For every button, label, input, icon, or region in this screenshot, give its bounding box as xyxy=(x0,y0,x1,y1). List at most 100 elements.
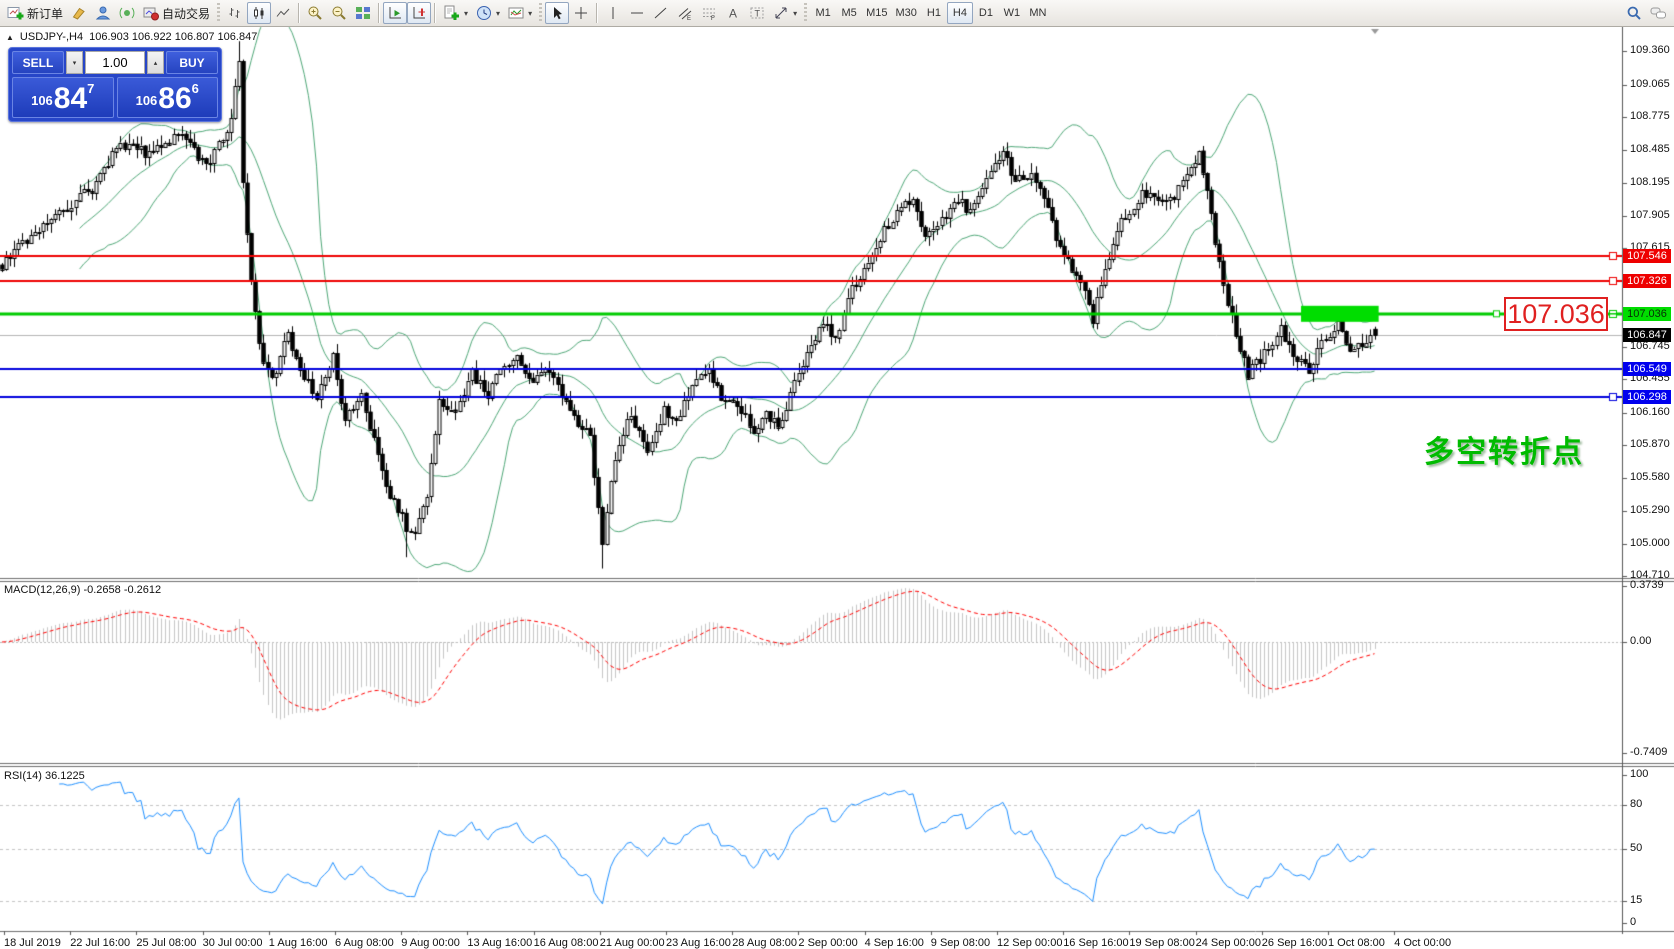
text-label-button[interactable]: T xyxy=(745,2,769,24)
community-button[interactable] xyxy=(91,2,115,24)
timeframe-group: M1M5M15M30H1H4D1W1MN xyxy=(810,2,1051,24)
time-axis-label: 12 Sep 00:00 xyxy=(997,937,1062,949)
auto-scroll-button[interactable] xyxy=(383,2,407,24)
user-icon xyxy=(95,5,111,21)
indicators-button[interactable]: ▾ xyxy=(439,2,472,24)
cursor-icon xyxy=(549,5,565,21)
chat-button[interactable] xyxy=(1646,2,1671,24)
price-tick-label: 105.580 xyxy=(1630,471,1670,483)
volume-up-button[interactable]: ▴ xyxy=(147,51,164,74)
horizontal-line-button[interactable] xyxy=(625,2,649,24)
zoom-in-button[interactable] xyxy=(303,2,327,24)
mt4-window: 新订单 自动交易 ▾ ▾ ▾ E F A T xyxy=(0,0,1674,949)
toolbar-separator xyxy=(434,3,436,23)
styler-button[interactable] xyxy=(67,2,91,24)
rsi-tick-label: 100 xyxy=(1630,768,1648,780)
toolbar-separator xyxy=(378,3,380,23)
vertical-line-icon xyxy=(605,5,621,21)
periods-button[interactable]: ▾ xyxy=(472,2,504,24)
text-a-icon: A xyxy=(725,5,741,21)
bar-chart-icon xyxy=(227,5,243,21)
macd-tick-label: 0.00 xyxy=(1630,635,1651,647)
toolbar-grip xyxy=(539,3,542,23)
rsi-tick-label: 50 xyxy=(1630,842,1642,854)
time-axis-label: 1 Oct 08:00 xyxy=(1328,937,1385,949)
turning-point-annotation[interactable]: 多空转折点 xyxy=(1424,427,1584,471)
equidistant-channel-button[interactable]: E xyxy=(673,2,697,24)
indicators-icon xyxy=(443,5,460,21)
new-order-button[interactable]: 新订单 xyxy=(3,2,67,24)
price-tag: 107.326 xyxy=(1623,274,1671,288)
line-chart-button[interactable] xyxy=(271,2,295,24)
time-axis-label: 9 Sep 08:00 xyxy=(931,937,990,949)
timeframe-h1-button[interactable]: H1 xyxy=(921,2,947,24)
toolbar-grip xyxy=(804,3,807,23)
zoom-out-button[interactable] xyxy=(327,2,351,24)
vertical-line-button[interactable] xyxy=(601,2,625,24)
arrows-button[interactable]: ▾ xyxy=(769,2,801,24)
fibonacci-button[interactable]: F xyxy=(697,2,721,24)
candlestick-chart-button[interactable] xyxy=(247,2,271,24)
tile-windows-button[interactable] xyxy=(351,2,375,24)
news-button[interactable] xyxy=(115,2,139,24)
bid-pip-digit: 7 xyxy=(87,81,94,96)
rsi-tick-label: 80 xyxy=(1630,798,1642,810)
timeframe-m15-button[interactable]: M15 xyxy=(862,2,891,24)
time-axis-label: 21 Aug 00:00 xyxy=(600,937,665,949)
timeframe-w1-button[interactable]: W1 xyxy=(999,2,1025,24)
time-axis-label: 16 Aug 08:00 xyxy=(534,937,599,949)
timeframe-m5-button[interactable]: M5 xyxy=(836,2,862,24)
crosshair-button[interactable] xyxy=(569,2,593,24)
autotrading-button[interactable]: 自动交易 xyxy=(139,2,214,24)
trendline-icon xyxy=(653,5,669,21)
template-icon xyxy=(508,5,524,21)
timeframe-mn-button[interactable]: MN xyxy=(1025,2,1051,24)
bid-prefix: 106 xyxy=(31,88,53,114)
svg-text:A: A xyxy=(729,7,737,21)
price-tag: 106.847 xyxy=(1623,328,1671,342)
volume-input[interactable] xyxy=(85,51,145,74)
time-axis-label: 18 Jul 2019 xyxy=(4,937,61,949)
cursor-button[interactable] xyxy=(545,2,569,24)
timeframe-d1-button[interactable]: D1 xyxy=(973,2,999,24)
brush-icon xyxy=(71,5,87,21)
price-tick-label: 108.775 xyxy=(1630,110,1670,122)
new-order-label: 新订单 xyxy=(27,5,63,22)
dropdown-caret: ▾ xyxy=(496,9,500,18)
toolbar: 新订单 自动交易 ▾ ▾ ▾ E F A T xyxy=(0,0,1674,27)
svg-text:F: F xyxy=(711,16,715,21)
timeframe-m30-button[interactable]: M30 xyxy=(892,2,921,24)
sell-button[interactable]: SELL xyxy=(12,51,64,74)
text-button[interactable]: A xyxy=(721,2,745,24)
auto-scroll-icon xyxy=(387,5,403,21)
volume-down-button[interactable]: ▾ xyxy=(66,51,83,74)
symbol-period-label: USDJPY-,H4 xyxy=(20,31,83,43)
time-axis-label: 1 Aug 16:00 xyxy=(269,937,328,949)
candlestick-icon xyxy=(251,5,267,21)
ask-pip-digit: 6 xyxy=(192,81,199,96)
price-tick-label: 109.360 xyxy=(1630,44,1670,56)
buy-button[interactable]: BUY xyxy=(166,51,218,74)
price-chart-canvas[interactable] xyxy=(0,0,1674,949)
collapse-marker-icon[interactable]: ▲ xyxy=(6,33,14,42)
timeframe-m1-button[interactable]: M1 xyxy=(810,2,836,24)
search-button[interactable] xyxy=(1622,2,1646,24)
time-axis-label: 24 Sep 00:00 xyxy=(1196,937,1261,949)
price-tick-label: 108.195 xyxy=(1630,176,1670,188)
time-axis-label: 30 Jul 00:00 xyxy=(203,937,263,949)
chart-shift-button[interactable] xyxy=(407,2,431,24)
ask-price-button[interactable]: 106 86 6 xyxy=(117,77,219,118)
price-tick-label: 107.905 xyxy=(1630,209,1670,221)
timeframe-h4-button[interactable]: H4 xyxy=(947,2,973,24)
toolbar-separator xyxy=(298,3,300,23)
price-callout-label[interactable]: 107.036 xyxy=(1504,297,1608,331)
bid-price-button[interactable]: 106 84 7 xyxy=(12,77,114,118)
dropdown-caret: ▾ xyxy=(528,9,532,18)
templates-button[interactable]: ▾ xyxy=(504,2,536,24)
price-tag: 107.036 xyxy=(1623,307,1671,321)
trendline-button[interactable] xyxy=(649,2,673,24)
bar-chart-button[interactable] xyxy=(223,2,247,24)
horizontal-line-icon xyxy=(629,5,645,21)
rsi-tick-label: 15 xyxy=(1630,894,1642,906)
toolbar-grip xyxy=(217,3,220,23)
